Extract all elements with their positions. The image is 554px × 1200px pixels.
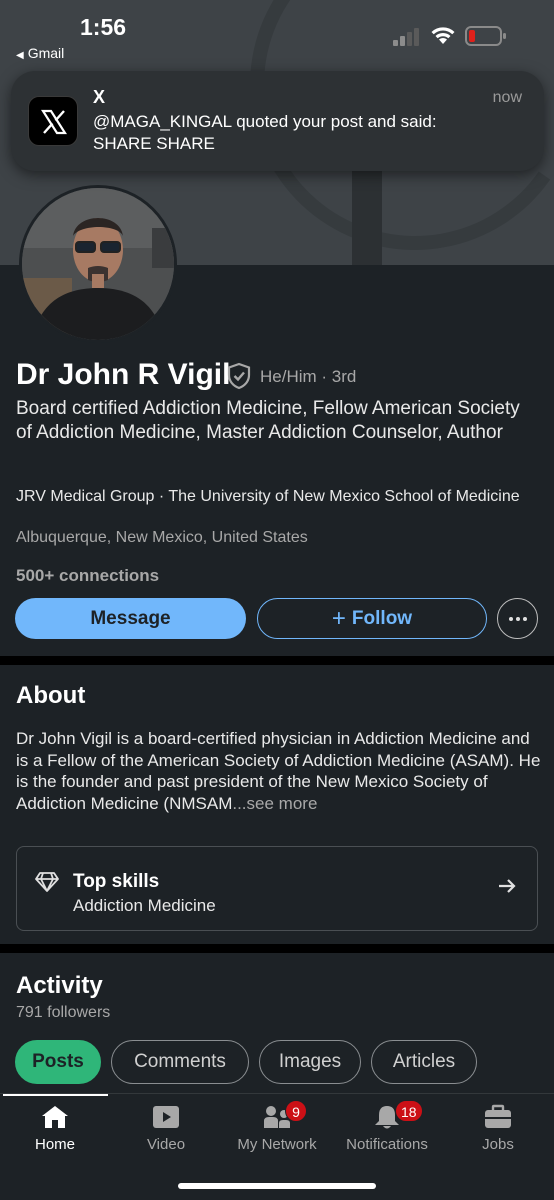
nav-my-network[interactable]: 9 My Network (222, 1100, 332, 1160)
cellular-signal-icon (393, 26, 421, 46)
nav-notifications-label: Notifications (346, 1136, 428, 1153)
plus-icon: + (331, 604, 346, 632)
verified-shield-icon[interactable] (226, 362, 252, 390)
status-time: 1:56 (80, 14, 127, 40)
back-arrow-icon: ◀ (16, 50, 24, 61)
connections-count[interactable]: 500+ connections (16, 566, 159, 586)
notification-app-name: X (93, 87, 106, 107)
notification-message-line2: SHARE SHARE (93, 134, 215, 153)
banner-pole-shape (352, 160, 382, 265)
home-icon (42, 1106, 68, 1128)
back-app-label: Gmail (27, 45, 65, 61)
avatar-photo (22, 188, 174, 340)
wifi-icon (431, 27, 455, 44)
pronouns-connection-degree: He/Him · 3rd (260, 367, 357, 386)
followers-count: 791 followers (16, 1004, 111, 1021)
profile-avatar[interactable] (19, 185, 177, 343)
profile-company[interactable]: JRV Medical Group · The University of Ne… (16, 486, 526, 507)
about-text: Dr John Vigil is a board-certified physi… (16, 728, 544, 814)
tab-posts[interactable]: Posts (15, 1040, 101, 1084)
nav-home-label: Home (34, 1136, 75, 1153)
nav-jobs-label: Jobs (482, 1136, 514, 1153)
push-notification[interactable]: X now @MAGA_KINGAL quoted your post and … (11, 71, 544, 171)
tab-comments[interactable]: Comments (111, 1040, 249, 1084)
nav-video-label: Video (146, 1136, 186, 1153)
profile-headline: Board certified Addiction Medicine, Fell… (16, 398, 520, 443)
section-divider (0, 656, 554, 665)
ellipsis-dot-icon (515, 616, 520, 621)
top-skills-card[interactable]: Top skills Addiction Medicine (16, 846, 538, 931)
briefcase-icon (485, 1104, 511, 1128)
section-divider (0, 944, 554, 953)
nav-notifications[interactable]: 18 Notifications (332, 1100, 442, 1160)
top-skills-value: Addiction Medicine (73, 896, 216, 915)
battery-low-icon (465, 26, 506, 46)
profile-name: Dr John R Vigil (16, 358, 231, 391)
see-more-link[interactable]: see more (247, 794, 318, 813)
home-indicator[interactable] (178, 1183, 376, 1189)
status-bar: 1:56 ◀ Gmail (0, 0, 554, 70)
follow-button[interactable]: + Follow (257, 598, 487, 639)
more-options-button[interactable] (497, 598, 538, 639)
notification-time: now (492, 89, 522, 106)
nav-my-network-label: My Network (237, 1136, 317, 1153)
ellipsis-dot-icon (508, 616, 513, 621)
notification-message: @MAGA_KINGAL quoted your post and said: … (93, 111, 513, 155)
ellipsis-dot-icon (522, 616, 527, 621)
tab-images[interactable]: Images (259, 1040, 361, 1084)
nav-active-indicator (3, 1094, 108, 1096)
notifications-badge: 18 (395, 1100, 423, 1122)
follow-label: Follow (351, 607, 413, 629)
tab-articles[interactable]: Articles (371, 1040, 477, 1084)
back-to-gmail-link[interactable]: ◀ Gmail (16, 45, 64, 61)
notification-message-line1: @MAGA_KINGAL quoted your post and said: (93, 112, 437, 131)
top-skills-title: Top skills (73, 871, 160, 892)
network-badge: 9 (285, 1100, 307, 1122)
activity-title: Activity (16, 972, 103, 999)
about-title: About (16, 682, 86, 709)
nav-video[interactable]: Video (111, 1100, 221, 1160)
nav-jobs[interactable]: Jobs (443, 1100, 553, 1160)
arrow-right-icon (499, 879, 516, 893)
profile-location: Albuquerque, New Mexico, United States (16, 529, 308, 546)
nav-home[interactable]: Home (0, 1100, 110, 1160)
message-button[interactable]: Message (15, 598, 246, 639)
video-icon (153, 1106, 179, 1128)
about-ellipsis: ... (232, 793, 247, 813)
diamond-icon (35, 872, 59, 892)
x-logo-icon (28, 96, 78, 146)
